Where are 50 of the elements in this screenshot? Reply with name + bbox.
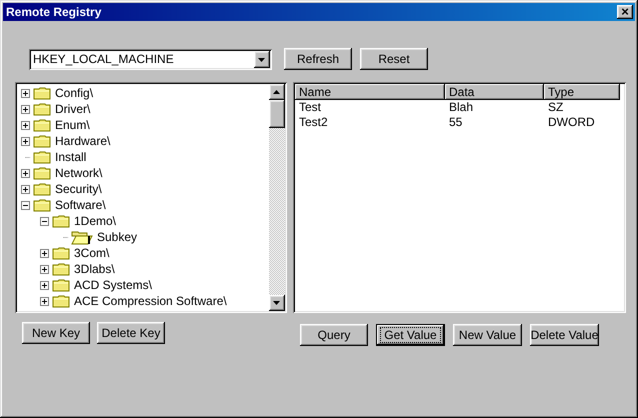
tree-item[interactable]: Network\ (53, 166, 104, 180)
tree-item[interactable]: Install (53, 150, 88, 164)
delete-value-button[interactable]: Delete Value (530, 324, 599, 346)
reset-button[interactable]: Reset (360, 48, 428, 70)
tree-item[interactable]: Config\ (53, 86, 96, 100)
table-cell-text: Test (298, 100, 322, 115)
tree-item[interactable]: ACE Compression Software\ (72, 294, 229, 308)
table-cell-text: Blah (448, 100, 474, 115)
refresh-button[interactable]: Refresh (284, 48, 352, 70)
delete-key-button[interactable]: Delete Key (97, 322, 165, 344)
tree-item[interactable]: 3Com\ (72, 246, 112, 260)
expand-icon[interactable] (40, 296, 48, 306)
scrollbar[interactable] (269, 84, 285, 311)
hive-dropdown[interactable]: HKEY_LOCAL_MACHINE (29, 48, 272, 70)
tree-item[interactable]: Security\ (53, 182, 104, 196)
expand-icon[interactable] (20, 136, 30, 146)
table-cell-text: SZ (547, 100, 564, 115)
tree-item[interactable]: Software\ (53, 198, 108, 212)
expand-icon[interactable] (40, 280, 48, 290)
tree-item[interactable]: 3Dlabs\ (72, 262, 117, 276)
tree-item[interactable]: Hardware\ (53, 134, 112, 148)
scroll-down-icon[interactable] (269, 295, 285, 311)
tree-item[interactable]: ACD Systems\ (72, 278, 154, 292)
tree-item[interactable]: 1Demo\ (72, 214, 118, 228)
new-value-button[interactable]: New Value (453, 324, 522, 346)
collapse-icon[interactable] (20, 200, 30, 210)
table-cell-text: DWORD (547, 115, 596, 130)
tree-item[interactable]: Subkey (95, 230, 140, 244)
column-header[interactable]: Type (544, 84, 620, 100)
close-button[interactable]: × (617, 5, 633, 19)
window-title: Remote Registry (6, 4, 102, 20)
expand-icon[interactable] (20, 120, 30, 130)
table-cell-text: 55 (448, 115, 464, 130)
expand-icon[interactable] (20, 104, 30, 114)
get-value-button[interactable]: Get Value (376, 324, 445, 346)
scroll-thumb[interactable] (269, 100, 285, 128)
expand-icon[interactable] (40, 248, 48, 258)
expand-icon[interactable] (20, 184, 30, 194)
new-key-button[interactable]: New Key (22, 322, 90, 344)
query-button[interactable]: Query (300, 324, 368, 346)
expand-icon[interactable] (20, 88, 30, 98)
expand-icon[interactable] (20, 168, 30, 178)
column-header[interactable]: Data (445, 84, 544, 100)
expand-icon[interactable] (40, 264, 48, 274)
tree-item[interactable]: Enum\ (53, 118, 92, 132)
column-header[interactable]: Name (295, 84, 445, 100)
tree-item[interactable]: Driver\ (53, 102, 92, 116)
table-cell-text: Test2 (298, 115, 329, 130)
collapse-icon[interactable] (40, 216, 48, 226)
scroll-up-icon[interactable] (269, 84, 285, 100)
